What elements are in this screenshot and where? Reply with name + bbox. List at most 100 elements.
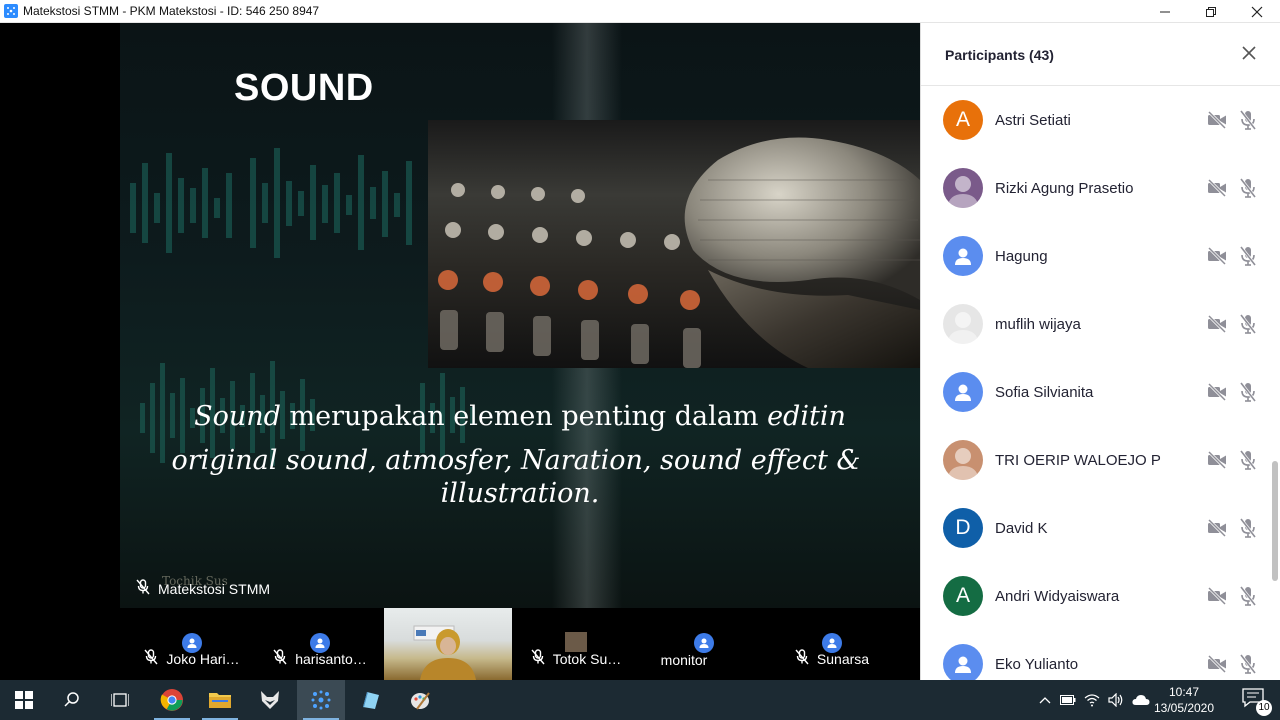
- video-off-icon[interactable]: [1207, 654, 1227, 674]
- muted-mic-icon[interactable]: [1239, 245, 1257, 267]
- muted-mic-icon: [531, 649, 545, 668]
- title-bar: Matekstosi STMM - PKM Matekstosi - ID: 5…: [0, 0, 1280, 23]
- wifi-button[interactable]: [1080, 693, 1104, 707]
- thumbnail-name: monitor: [660, 652, 708, 668]
- slide-text-regular: merupakan elemen penting dalam: [280, 401, 768, 432]
- thumbnail-name: Joko Hari…: [166, 650, 240, 667]
- muted-mic-icon[interactable]: [1239, 109, 1257, 131]
- minimize-button[interactable]: [1142, 0, 1188, 23]
- minimize-icon: [1160, 11, 1170, 12]
- fox-app-taskbar-button[interactable]: [246, 680, 294, 720]
- volume-button[interactable]: [1104, 693, 1128, 707]
- thumbnail-name: Sunarsa: [816, 650, 870, 667]
- close-participants-button[interactable]: [1239, 43, 1259, 63]
- paint-app-taskbar-button[interactable]: [396, 680, 444, 720]
- video-off-icon[interactable]: [1207, 382, 1227, 402]
- video-off-icon[interactable]: [1207, 586, 1227, 606]
- participants-scrollbar[interactable]: [1272, 461, 1278, 581]
- search-icon: [64, 692, 79, 707]
- muted-mic-icon: [795, 649, 809, 668]
- thumbnail-totok[interactable]: Totok Su…: [512, 608, 640, 680]
- thumbnail-harisanto[interactable]: harisanto…: [256, 608, 384, 680]
- user-avatar-icon: [955, 248, 971, 265]
- thumbnail-name: Totok Su…: [552, 650, 622, 667]
- muted-mic-icon[interactable]: [1239, 381, 1257, 403]
- muted-mic-icon[interactable]: [1239, 653, 1257, 675]
- participant-avatar: [943, 236, 983, 276]
- thumbnail-video-participant[interactable]: [384, 608, 512, 680]
- participant-name: David K: [995, 520, 1048, 537]
- participant-row[interactable]: Hagung: [921, 224, 1271, 292]
- wifi-icon: [1084, 694, 1100, 707]
- participant-name: muflih wijaya: [995, 316, 1081, 333]
- clock-time: 10:47: [1168, 685, 1200, 699]
- participant-name: Rizki Agung Prasetio: [995, 180, 1134, 197]
- participant-avatar: A: [943, 100, 983, 140]
- participant-avatar: [943, 644, 983, 680]
- participant-row[interactable]: Rizki Agung Prasetio: [921, 156, 1271, 224]
- thumbnail-sunarsa[interactable]: Sunarsa: [768, 608, 896, 680]
- zoom-taskbar-button[interactable]: [297, 680, 345, 720]
- participant-row[interactable]: muflih wijaya: [921, 292, 1271, 360]
- thumbnail-label: harisanto…: [256, 649, 384, 668]
- video-off-icon[interactable]: [1207, 450, 1227, 470]
- thumbnail-label: Sunarsa: [768, 649, 896, 668]
- muted-mic-icon[interactable]: [1239, 585, 1257, 607]
- video-off-icon[interactable]: [1207, 178, 1227, 198]
- slide-title: SOUND: [234, 67, 374, 109]
- thumbnail-name: harisanto…: [295, 650, 367, 667]
- video-off-icon[interactable]: [1207, 518, 1227, 538]
- thumbnail-joko[interactable]: Joko Hari…: [128, 608, 256, 680]
- restore-icon: [1206, 6, 1216, 17]
- participant-row[interactable]: A Astri Setiati: [921, 88, 1271, 156]
- taskbar-clock[interactable]: 10:47 13/05/2020: [1144, 684, 1224, 716]
- user-avatar-icon: [955, 656, 971, 673]
- task-view-icon: [111, 693, 129, 707]
- file-explorer-taskbar-button[interactable]: [196, 680, 244, 720]
- maximize-button[interactable]: [1188, 0, 1234, 23]
- thumbnail-label: Joko Hari…: [128, 649, 256, 668]
- muted-mic-icon: [144, 649, 158, 668]
- notes-app-taskbar-button[interactable]: [346, 680, 394, 720]
- participants-header: Participants (43): [921, 23, 1280, 86]
- notification-count-badge: 10: [1256, 700, 1272, 716]
- participant-row[interactable]: A Andri Widyaiswara: [921, 564, 1271, 632]
- video-thumbnail-strip: Joko Hari… harisanto… Totok Su… monitor …: [0, 608, 920, 680]
- participant-row[interactable]: Sofia Silvianita: [921, 360, 1271, 428]
- search-button[interactable]: [48, 680, 96, 720]
- muted-mic-icon[interactable]: [1239, 313, 1257, 335]
- close-button[interactable]: [1234, 0, 1280, 23]
- user-avatar-icon: [694, 633, 714, 653]
- participant-name: Astri Setiati: [995, 112, 1071, 129]
- participant-avatar: [943, 304, 983, 344]
- participant-avatar: D: [943, 508, 983, 548]
- participant-avatar: A: [943, 576, 983, 616]
- chevron-up-icon: [1039, 697, 1051, 704]
- participant-row[interactable]: Eko Yulianto: [921, 632, 1271, 680]
- chrome-taskbar-button[interactable]: [148, 680, 196, 720]
- video-off-icon[interactable]: [1207, 110, 1227, 130]
- battery-button[interactable]: [1056, 695, 1080, 705]
- shared-screen: SOUND Sound merupakan elemen penting dal…: [0, 23, 920, 608]
- participant-row[interactable]: TRI OERIP WALOEJO P: [921, 428, 1271, 496]
- slide-text-line-1: Sound merupakan elemen penting dalam edi…: [120, 401, 920, 432]
- muted-mic-icon[interactable]: [1239, 177, 1257, 199]
- muted-mic-icon[interactable]: [1239, 517, 1257, 539]
- participants-title: Participants (43): [945, 47, 1054, 63]
- folder-icon: [209, 693, 231, 708]
- zoom-window: Matekstosi STMM - PKM Matekstosi - ID: 5…: [0, 0, 1280, 720]
- video-off-icon[interactable]: [1207, 246, 1227, 266]
- thumbnail-label: monitor: [620, 652, 748, 668]
- main-speaker-label: Matekstosi STMM: [136, 579, 270, 598]
- microphone-mixer-image: [438, 137, 920, 368]
- show-hidden-icons-button[interactable]: [1034, 696, 1056, 704]
- video-off-icon[interactable]: [1207, 314, 1227, 334]
- window-controls: [1142, 0, 1280, 23]
- muted-mic-icon[interactable]: [1239, 449, 1257, 471]
- thumbnail-monitor[interactable]: monitor: [640, 608, 768, 680]
- participant-name: Hagung: [995, 248, 1048, 265]
- task-view-button[interactable]: [96, 680, 144, 720]
- start-button[interactable]: [0, 680, 48, 720]
- participant-row[interactable]: D David K: [921, 496, 1271, 564]
- presentation-slide: SOUND Sound merupakan elemen penting dal…: [120, 23, 920, 608]
